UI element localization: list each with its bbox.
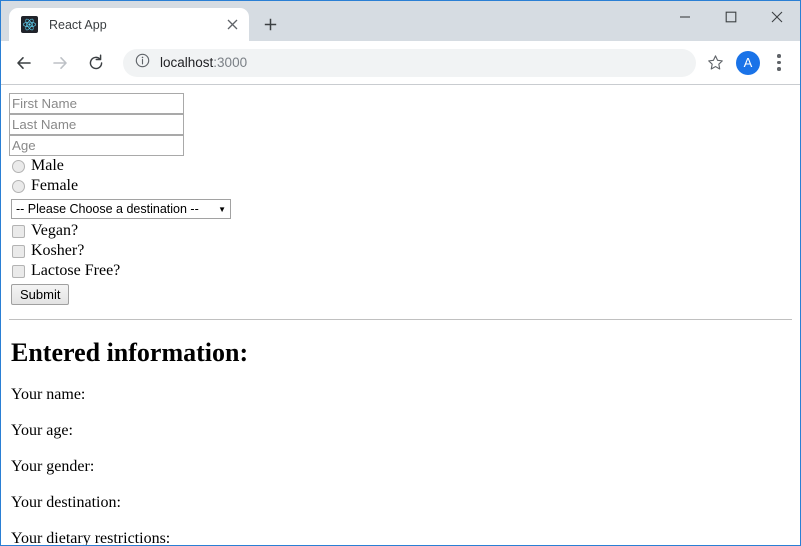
url-port: :3000	[213, 55, 248, 70]
checkbox-icon[interactable]	[12, 264, 25, 278]
back-arrow-icon[interactable]	[9, 48, 39, 78]
window-controls	[662, 1, 800, 33]
first-name-input[interactable]	[9, 93, 184, 114]
dietary-label-vegan: Vegan?	[31, 222, 79, 239]
tab-strip: React App	[1, 1, 800, 41]
age-input[interactable]	[9, 135, 184, 156]
results-heading: Entered information:	[11, 338, 249, 367]
result-your-dietary-restrictions: Your dietary restrictions:	[11, 530, 171, 545]
checkbox-icon[interactable]	[12, 224, 25, 238]
radio-icon[interactable]	[12, 179, 25, 193]
tab-title: React App	[49, 17, 107, 32]
info-circle-icon[interactable]	[135, 53, 150, 73]
maximize-icon[interactable]	[708, 1, 754, 33]
page-content: Male Female -- Please Choose a destinati…	[1, 85, 800, 545]
destination-select[interactable]: -- Please Choose a destination -- ▼	[11, 199, 231, 219]
url-host: localhost	[160, 55, 214, 70]
gender-option-female[interactable]: Female	[9, 176, 792, 196]
gender-label-male: Male	[31, 157, 64, 174]
window-close-icon[interactable]	[754, 1, 800, 33]
dietary-label-lactose-free: Lactose Free?	[31, 262, 121, 279]
gender-option-male[interactable]: Male	[9, 156, 792, 176]
avatar[interactable]: A	[736, 50, 760, 75]
destination-selected-value: -- Please Choose a destination --	[16, 202, 199, 216]
dietary-option-kosher[interactable]: Kosher?	[9, 241, 792, 261]
last-name-input[interactable]	[9, 114, 184, 135]
browser-toolbar: localhost:3000 A	[1, 41, 800, 85]
section-divider	[9, 319, 792, 320]
star-icon[interactable]	[700, 48, 730, 78]
submit-button[interactable]: Submit	[11, 284, 70, 305]
dietary-option-vegan[interactable]: Vegan?	[9, 221, 792, 241]
address-bar[interactable]: localhost:3000	[123, 48, 696, 77]
new-tab-button[interactable]	[256, 10, 284, 38]
result-your-destination: Your destination:	[11, 494, 121, 511]
forward-arrow-icon	[45, 48, 75, 78]
result-your-age: Your age:	[11, 422, 73, 439]
reload-icon[interactable]	[81, 48, 111, 78]
close-icon[interactable]	[221, 14, 243, 36]
radio-icon[interactable]	[12, 159, 25, 173]
tab-react-app[interactable]: React App	[9, 8, 249, 41]
address-bar-text: localhost:3000	[160, 55, 247, 70]
react-logo-icon	[21, 16, 38, 33]
gender-label-female: Female	[31, 177, 79, 194]
browser-window: React App localhost:3000 A First Name La…	[0, 0, 801, 546]
checkbox-icon[interactable]	[12, 244, 25, 258]
minimize-icon[interactable]	[662, 1, 708, 33]
result-your-gender: Your gender:	[11, 458, 95, 475]
dietary-option-lactose-free[interactable]: Lactose Free?	[9, 261, 792, 281]
result-your-name: Your name:	[11, 386, 86, 403]
dietary-label-kosher: Kosher?	[31, 242, 85, 259]
chevron-down-icon: ▼	[218, 204, 226, 214]
three-dots-icon[interactable]	[766, 48, 792, 78]
